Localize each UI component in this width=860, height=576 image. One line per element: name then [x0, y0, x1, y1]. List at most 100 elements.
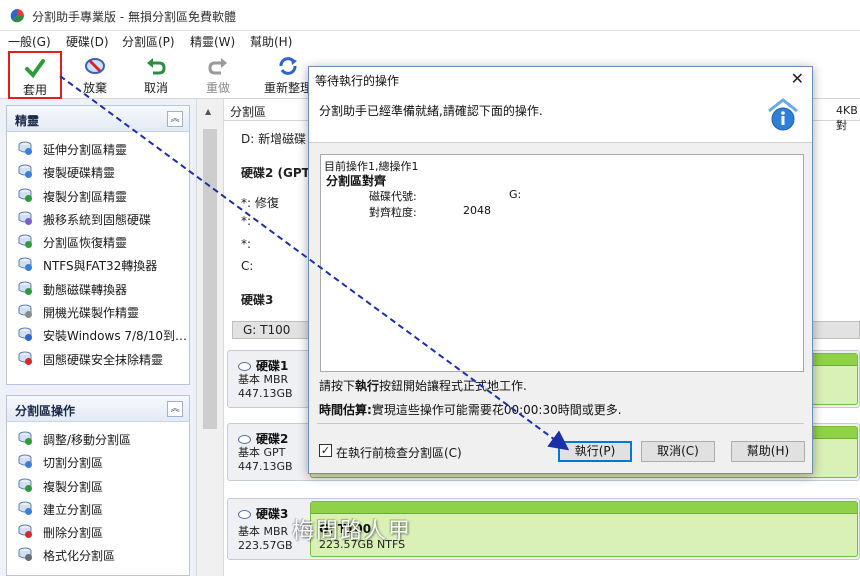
partition-op-item-label: 調整/移動分割區: [43, 433, 132, 447]
menu-bar: 一般(G) 硬碟(D) 分割區(P) 精靈(W) 幫助(H): [0, 31, 860, 51]
wizard-item-label: 搬移系統到固態硬碟: [43, 212, 152, 227]
title-bar: 分割助手專業版 - 無損分割區免費軟體: [0, 0, 860, 31]
menu-wizard[interactable]: 精靈(W): [190, 33, 235, 50]
check-partition-checkbox[interactable]: ✓: [319, 444, 332, 457]
cancel-button[interactable]: 取消(C): [641, 441, 715, 462]
wizard-item-label: 分割區恢復精靈: [43, 236, 128, 251]
wizards-panel: 精靈 ︽ 延伸分割區精靈複製硬碟精靈複製分割區精靈搬移系統到固態硬碟 分割區恢復精…: [6, 105, 190, 385]
partition-op-item[interactable]: 格式化分割區: [7, 542, 189, 565]
disk-group-row[interactable]: 硬碟2 (GPT): [241, 164, 315, 181]
partition-op-item-label: 切割分割區: [43, 456, 104, 471]
close-icon[interactable]: ✕: [791, 69, 804, 88]
undo-label: 取消: [143, 81, 168, 95]
partition-op-item[interactable]: 切割分割區: [7, 449, 189, 472]
wizard-item[interactable]: 動態磁碟轉換器: [7, 276, 189, 299]
wizard-item[interactable]: 複製硬碟精靈: [7, 159, 189, 182]
wizard-item[interactable]: 開機光碟製作精靈: [7, 299, 189, 322]
scroll-thumb[interactable]: [203, 129, 217, 429]
collapse-chevron-icon[interactable]: ︽: [167, 111, 183, 127]
disk-type: 基本 MBR: [238, 373, 289, 386]
column-4kb-align[interactable]: 4KB對: [836, 104, 860, 133]
migrate-os-icon: [18, 211, 32, 225]
operation-title: 分割區對齊: [326, 174, 387, 188]
wizards-panel-header: 精靈 ︽: [7, 106, 189, 132]
disk-size: 447.13GB: [238, 460, 293, 473]
help-button[interactable]: 幫助(H): [731, 441, 805, 462]
copy-partition-icon: [18, 188, 32, 202]
split-icon: [18, 454, 32, 469]
partition-row[interactable]: C:: [241, 259, 253, 273]
wizard-item[interactable]: NTFS與FAT32轉換器: [7, 252, 189, 275]
partition-row[interactable]: *:: [241, 214, 251, 228]
dialog-divider: [317, 423, 804, 424]
dynamic-disk-icon: [18, 281, 32, 295]
time-value: 實現這些操作可能需要花00:00:30時間或更多.: [371, 403, 622, 417]
partition-op-item-label: 刪除分割區: [43, 526, 104, 541]
undo-icon: [147, 58, 166, 75]
column-partition[interactable]: 分割區: [230, 103, 266, 120]
watermark: 梅問路人甲: [292, 519, 413, 544]
info-icon: [768, 98, 798, 131]
disk-group-row[interactable]: 硬碟3: [241, 291, 273, 308]
wizard-item-label: NTFS與FAT32轉換器: [43, 259, 158, 274]
hint-prefix: 請按下: [319, 379, 356, 393]
drive-letter-label: 磁碟代號:: [369, 190, 417, 203]
redo-icon: [208, 58, 227, 75]
wizard-item[interactable]: 固態硬碟安全抹除精靈: [7, 346, 189, 369]
execute-hint: 請按下執行按鈕開始讓程式正式地工作.: [319, 377, 527, 394]
redo-button[interactable]: 重做: [194, 51, 242, 99]
checkmark-icon: [25, 59, 45, 79]
discard-icon: [85, 58, 105, 74]
check-partition-label[interactable]: 在執行前檢查分割區(C): [336, 444, 462, 461]
partition-op-item[interactable]: 刪除分割區: [7, 519, 189, 542]
wizard-item-label: 複製分割區精靈: [43, 189, 128, 204]
copy-icon: [18, 478, 32, 492]
undo-button[interactable]: 取消: [132, 51, 180, 99]
partition-op-item[interactable]: 複製分割區: [7, 473, 189, 496]
partition-op-item[interactable]: 調整/移動分割區: [7, 426, 189, 449]
dialog-title: 等待執行的操作: [315, 74, 400, 88]
partition-ops-title: 分割區操作: [15, 404, 76, 418]
wizard-item[interactable]: 複製分割區精靈: [7, 183, 189, 206]
scroll-up-icon[interactable]: ▲: [205, 107, 211, 116]
menu-disk[interactable]: 硬碟(D): [66, 33, 109, 50]
menu-help[interactable]: 幫助(H): [250, 33, 292, 50]
hint-suffix: 按鈕開始讓程式正式地工作.: [379, 379, 527, 393]
execute-button[interactable]: 執行(P): [558, 441, 632, 462]
operation-list: 目前操作1,總操作1 分割區對齊 磁碟代號: G: 對齊粒度: 2048: [320, 154, 804, 372]
dialog-header-text: 分割助手已經準備就緒,請確認下面的操作.: [319, 104, 543, 118]
wizard-item[interactable]: 分割區恢復精靈: [7, 229, 189, 252]
wizard-item-label: 延伸分割區精靈: [43, 143, 128, 157]
partition-row[interactable]: D: 新增磁碟: [241, 130, 306, 147]
apply-label: 套用: [22, 83, 47, 97]
bootable-disc-icon: [18, 304, 32, 319]
apply-button[interactable]: 套用: [8, 51, 62, 99]
dialog-header: 分割助手已經準備就緒,請確認下面的操作.: [309, 91, 812, 143]
selected-partition-label: G: T100: [243, 323, 291, 337]
disk-type: 基本 GPT: [238, 446, 286, 459]
menu-general[interactable]: 一般(G): [8, 33, 51, 50]
partition-op-item-label: 複製分割區: [43, 479, 104, 494]
pending-operations-dialog: 等待執行的操作 ✕ 分割助手已經準備就緒,請確認下面的操作. 目前操作1,總操作…: [308, 66, 813, 474]
menu-partition[interactable]: 分割區(P): [122, 33, 175, 50]
alignment-label: 對齊粒度:: [369, 206, 417, 219]
wizard-item[interactable]: 延伸分割區精靈: [7, 136, 189, 159]
discard-label: 放棄: [82, 81, 107, 95]
partition-op-item-label: 格式化分割區: [43, 549, 116, 564]
partition-op-item-label: 建立分割區: [43, 502, 104, 517]
discard-button[interactable]: 放棄: [70, 51, 120, 99]
disk-type: 基本 MBR: [238, 525, 289, 538]
resize-icon: [18, 431, 32, 445]
panel-scrollbar[interactable]: ▲: [196, 99, 224, 576]
copy-disk-icon: [18, 164, 32, 179]
partition-op-item[interactable]: 建立分割區: [7, 496, 189, 519]
partition-row[interactable]: *:: [241, 237, 251, 251]
collapse-chevron-icon[interactable]: ︽: [167, 401, 183, 417]
delete-icon: [18, 524, 32, 539]
time-estimate: 時間估算:實現這些操作可能需要花00:00:30時間或更多.: [319, 401, 622, 418]
window-title: 分割助手專業版 - 無損分割區免費軟體: [32, 10, 236, 24]
partition-row[interactable]: *: 修復: [241, 194, 279, 211]
wizard-item[interactable]: 搬移系統到固態硬碟: [7, 206, 189, 229]
wizard-item[interactable]: 安裝Windows 7/8/10到…: [7, 322, 189, 345]
partition-ops-header: 分割區操作 ︽: [7, 396, 189, 422]
